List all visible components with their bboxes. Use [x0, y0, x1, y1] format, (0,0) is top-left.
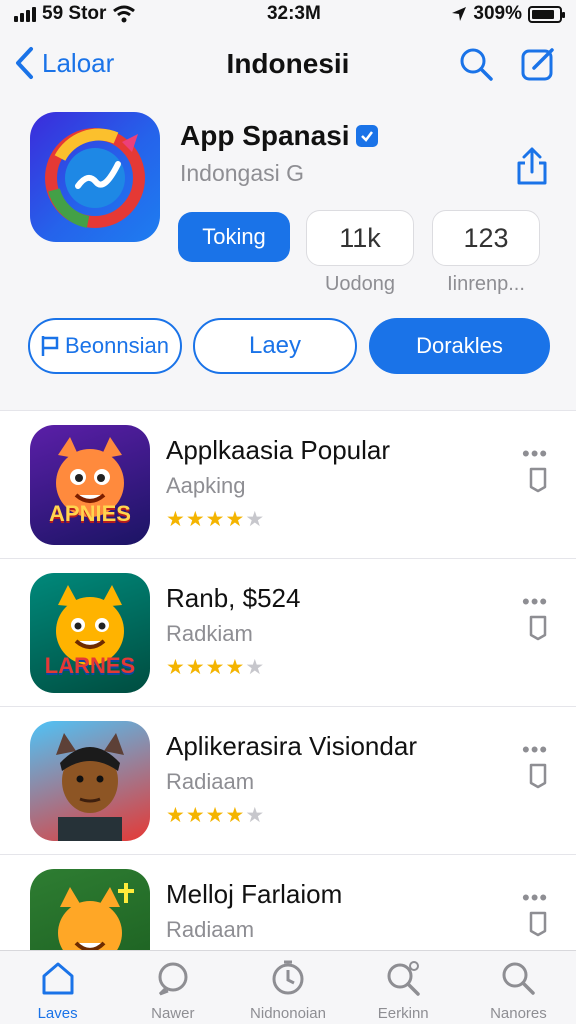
location-arrow-icon — [452, 7, 467, 21]
star-icon: ★ — [245, 656, 265, 679]
icon-wordmark: APNIES — [49, 501, 131, 526]
list-item[interactable]: Aplikerasira Visiondar Radiaam ★ ★ ★ ★ ★ ••• — [0, 707, 576, 855]
stat-value: 11k — [339, 223, 381, 253]
verified-badge-icon — [355, 125, 378, 147]
app-name: App Spanasi — [180, 120, 378, 152]
tab-label: Nanores — [490, 1005, 547, 1022]
tab-explore[interactable]: Eerkinn — [346, 951, 461, 1024]
pill-label: Laey — [248, 332, 302, 359]
signal-icon — [14, 6, 36, 22]
star-icon: ★ — [166, 656, 185, 679]
star-rating: ★ ★ ★ ★ ★ — [166, 507, 264, 532]
app-header: App Spanasi Indongasi G Toking 11k Uodon… — [0, 100, 576, 410]
tab-bar: Laves Nawer Nidnonoian Eerkinn Nanores — [0, 950, 576, 1024]
star-icon: ★ — [185, 656, 205, 679]
app-name-text: App Spanasi — [180, 120, 350, 151]
stat-box-rank: 123 Iinrenp... — [432, 210, 540, 295]
stat-box-downloads: 11k Uodong — [306, 210, 414, 295]
home-icon — [42, 962, 74, 995]
star-rating: ★ ★ ★ ★ ★ — [166, 655, 264, 680]
list-app-icon: APNIES — [30, 425, 150, 545]
app-list: APNIES Applkaasia Popular Aapking ★ ★ ★ ★ ★ … — [0, 410, 576, 950]
tab-label: Laves — [37, 1005, 78, 1022]
star-icon: ★ — [185, 508, 205, 531]
app-icon — [30, 112, 160, 242]
star-icon: ★ — [166, 508, 185, 531]
tab-label: Nawer — [151, 1005, 195, 1022]
list-item-subtitle: Radiaam — [166, 769, 255, 794]
list-item-title: Melloj Farlaiom — [166, 879, 343, 909]
star-icon: ★ — [245, 508, 265, 531]
star-icon: ★ — [205, 804, 225, 827]
star-rating: ★ ★ ★ ★ ★ — [166, 803, 264, 828]
battery-percent: 309% — [473, 3, 522, 24]
icon-wordmark: LARNES — [44, 653, 136, 678]
list-app-icon — [30, 869, 150, 950]
filter-pill-1[interactable]: Beonnsian — [28, 318, 182, 374]
bookmark-icon[interactable] — [528, 467, 548, 493]
star-icon: ★ — [225, 656, 245, 679]
tab-label: Nidnonoian — [250, 1005, 326, 1022]
get-button[interactable]: Toking — [178, 212, 290, 262]
clock-icon — [272, 960, 304, 995]
list-item-title: Aplikerasira Visiondar — [166, 731, 417, 761]
carrier-label: 59 Stor — [42, 3, 107, 24]
search-icon — [387, 961, 420, 996]
list-item-subtitle: Radkiam — [166, 621, 253, 646]
list-app-icon: LARNES — [30, 573, 150, 693]
list-item-subtitle: Aapking — [166, 473, 246, 498]
chat-bubble-icon — [158, 962, 188, 996]
list-item-title: Applkaasia Popular — [166, 435, 391, 465]
star-icon: ★ — [205, 656, 225, 679]
star-icon: ★ — [166, 804, 185, 827]
more-icon[interactable]: ••• — [522, 441, 548, 467]
more-icon[interactable]: ••• — [522, 737, 548, 763]
list-app-icon — [30, 721, 150, 841]
search-icon[interactable] — [456, 44, 496, 84]
status-right: 309% — [451, 3, 565, 25]
bookmark-icon[interactable] — [528, 615, 548, 641]
list-item-title: Ranb, $524 — [166, 583, 301, 613]
tab-new[interactable]: Nawer — [115, 951, 230, 1024]
app-subtitle: Indongasi G — [180, 160, 305, 186]
tab-search[interactable]: Nanores — [461, 951, 576, 1024]
list-item[interactable]: LARNES Ranb, $524 Radkiam ★ ★ ★ ★ ★ ••• — [0, 559, 576, 707]
star-icon: ★ — [205, 508, 225, 531]
bookmark-icon[interactable] — [528, 763, 548, 789]
list-item-subtitle: Radiaam — [166, 917, 255, 942]
share-icon[interactable] — [514, 146, 550, 186]
list-item[interactable]: Melloj Farlaiom Radiaam ★★★★★ ••• — [0, 855, 576, 950]
star-icon: ★ — [185, 804, 205, 827]
pill-label: Beonnsian — [65, 333, 169, 358]
stat-value: 123 — [463, 223, 509, 253]
bookmark-icon[interactable] — [528, 911, 548, 937]
filter-pill-3[interactable]: Dorakles — [369, 318, 550, 374]
search-icon — [502, 962, 536, 995]
filter-pill-2[interactable]: Laey — [193, 318, 357, 374]
pill-label: Dorakles — [416, 333, 503, 358]
tab-history[interactable]: Nidnonoian — [230, 951, 345, 1024]
status-left: 59 Stor — [14, 3, 136, 25]
stat-label: Iinrenp... — [447, 273, 525, 295]
tab-label: Eerkinn — [377, 1005, 429, 1022]
tab-home[interactable]: Laves — [0, 951, 115, 1024]
flag-icon — [41, 336, 59, 356]
clock-time: 32:3M — [266, 3, 321, 24]
star-icon: ★ — [225, 804, 245, 827]
battery-fill — [531, 9, 555, 19]
nav-bar: Laloar Indonesii — [0, 28, 576, 100]
status-bar: 59 Stor 32:3M 309% — [0, 0, 576, 28]
compose-icon[interactable] — [518, 44, 558, 84]
more-icon[interactable]: ••• — [522, 885, 548, 911]
stat-label: Uodong — [324, 273, 396, 295]
more-icon[interactable]: ••• — [522, 589, 548, 615]
list-item[interactable]: APNIES Applkaasia Popular Aapking ★ ★ ★ ★ ★ … — [0, 411, 576, 559]
battery-icon — [527, 5, 565, 23]
star-icon: ★ — [225, 508, 245, 531]
star-icon: ★ — [245, 804, 265, 827]
wifi-icon — [113, 5, 136, 23]
